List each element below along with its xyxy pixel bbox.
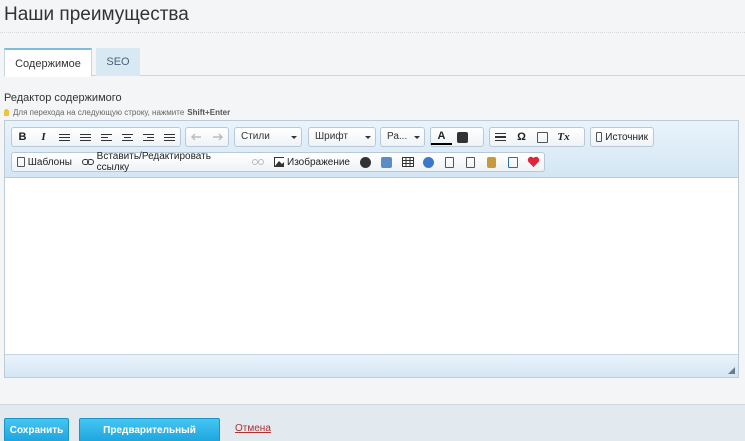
- styles-dropdown[interactable]: Стили: [234, 127, 302, 147]
- color-group: A: [430, 127, 484, 147]
- templates-button[interactable]: Шаблоны: [12, 153, 77, 171]
- horizontal-rule-icon: [495, 131, 506, 143]
- image-icon: [273, 157, 284, 167]
- word-icon: [507, 156, 518, 168]
- hint-text: Для перехода на следующую строку, нажмит…: [13, 108, 185, 117]
- source-group: Источник: [590, 127, 654, 147]
- link-icon: [81, 159, 94, 165]
- align-right-button[interactable]: [138, 128, 159, 146]
- redo-button[interactable]: [207, 128, 228, 146]
- preview-button[interactable]: Предварительный просмотр: [79, 418, 220, 441]
- editor-label: Редактор содержимого: [4, 92, 122, 104]
- paste-text-button[interactable]: [532, 128, 553, 146]
- justify-button[interactable]: [159, 128, 180, 146]
- globe-icon: [423, 156, 434, 168]
- font-dropdown[interactable]: Шрифт: [308, 127, 376, 147]
- media-icon: [381, 156, 392, 168]
- horizontal-rule-button[interactable]: [490, 128, 511, 146]
- background-color-button[interactable]: [452, 128, 473, 146]
- editor-content-area[interactable]: [5, 178, 738, 354]
- editor-statusbar: [5, 354, 738, 377]
- bulleted-list-icon: [80, 132, 91, 143]
- document-icon: [466, 156, 475, 168]
- page-title: Наши преимущества: [4, 4, 189, 25]
- flash-icon: [360, 156, 371, 168]
- text-color-button[interactable]: A: [431, 129, 452, 145]
- lightbulb-icon: [4, 109, 9, 116]
- chevron-down-icon: [365, 136, 371, 139]
- remove-format-button[interactable]: Tx: [553, 128, 574, 146]
- tab-content[interactable]: Содержимое: [4, 48, 92, 77]
- templates-button-label: Шаблоны: [27, 156, 72, 168]
- form-footer: Сохранить Предварительный просмотр Отмен…: [0, 404, 745, 441]
- favorite-button[interactable]: [523, 153, 544, 171]
- templates-icon: [17, 157, 25, 167]
- format-group: B I: [11, 127, 181, 147]
- redo-icon: [213, 133, 223, 140]
- resize-handle-icon[interactable]: [728, 367, 735, 374]
- undo-icon: [191, 133, 201, 140]
- undo-button[interactable]: [186, 128, 207, 146]
- align-center-button[interactable]: [117, 128, 138, 146]
- special-char-button[interactable]: Ω: [511, 128, 532, 146]
- numbered-list-button[interactable]: [54, 128, 75, 146]
- image-button[interactable]: Изображение: [269, 153, 355, 171]
- styles-dropdown-value: Стили: [241, 131, 270, 142]
- copy-button[interactable]: [439, 153, 460, 171]
- bold-button[interactable]: B: [12, 128, 33, 146]
- tab-seo[interactable]: SEO: [96, 48, 140, 76]
- media-button[interactable]: [376, 153, 397, 171]
- size-dropdown[interactable]: Ра...: [380, 127, 425, 147]
- unlink-icon: [252, 159, 265, 165]
- globe-button[interactable]: [418, 153, 439, 171]
- cancel-link[interactable]: Отмена: [235, 423, 271, 434]
- background-color-icon: [457, 131, 468, 143]
- editor-hint: Для перехода на следующую строку, нажмит…: [4, 108, 230, 117]
- save-button[interactable]: Сохранить: [4, 418, 69, 441]
- unlink-button[interactable]: [248, 153, 269, 171]
- align-left-icon: [101, 132, 112, 143]
- align-left-button[interactable]: [96, 128, 117, 146]
- italic-button[interactable]: I: [33, 128, 54, 146]
- source-button-label: Источник: [605, 131, 648, 143]
- rich-text-editor: B I Стили Шрифт Ра... A Ω Tx Источник Ша…: [4, 120, 739, 378]
- editor-toolbar: B I Стили Шрифт Ра... A Ω Tx Источник Ша…: [5, 121, 738, 178]
- history-group: [185, 127, 229, 147]
- heart-icon: [527, 156, 540, 167]
- justify-icon: [164, 132, 175, 143]
- insert-group: Ω Tx: [489, 127, 585, 147]
- font-dropdown-value: Шрифт: [315, 131, 348, 142]
- flash-button[interactable]: [355, 153, 376, 171]
- bulleted-list-button[interactable]: [75, 128, 96, 146]
- paste-word-button[interactable]: [502, 153, 523, 171]
- title-divider: [0, 32, 745, 33]
- paste-button[interactable]: [481, 153, 502, 171]
- align-right-icon: [143, 132, 154, 143]
- chevron-down-icon: [414, 136, 420, 139]
- copy-icon: [445, 156, 454, 168]
- numbered-list-icon: [59, 132, 70, 143]
- image-button-label: Изображение: [287, 156, 350, 168]
- size-dropdown-value: Ра...: [387, 131, 408, 142]
- hint-shortcut: Shift+Enter: [187, 108, 231, 117]
- link-button-label: Вставить/Редактировать ссылку: [96, 151, 211, 173]
- toolbar-row-2: Шаблоны Вставить/Редактировать ссылку Из…: [11, 151, 545, 173]
- table-icon: [401, 157, 414, 167]
- align-center-icon: [122, 132, 133, 143]
- link-button[interactable]: Вставить/Редактировать ссылку: [77, 151, 248, 173]
- chevron-down-icon: [291, 136, 297, 139]
- tab-bar: Содержимое SEO: [4, 48, 745, 77]
- cut-button[interactable]: [460, 153, 481, 171]
- table-button[interactable]: [397, 153, 418, 171]
- source-icon: [596, 132, 603, 142]
- paste-icon: [487, 156, 496, 168]
- source-button[interactable]: Источник: [591, 128, 653, 146]
- clipboard-icon: [537, 131, 548, 143]
